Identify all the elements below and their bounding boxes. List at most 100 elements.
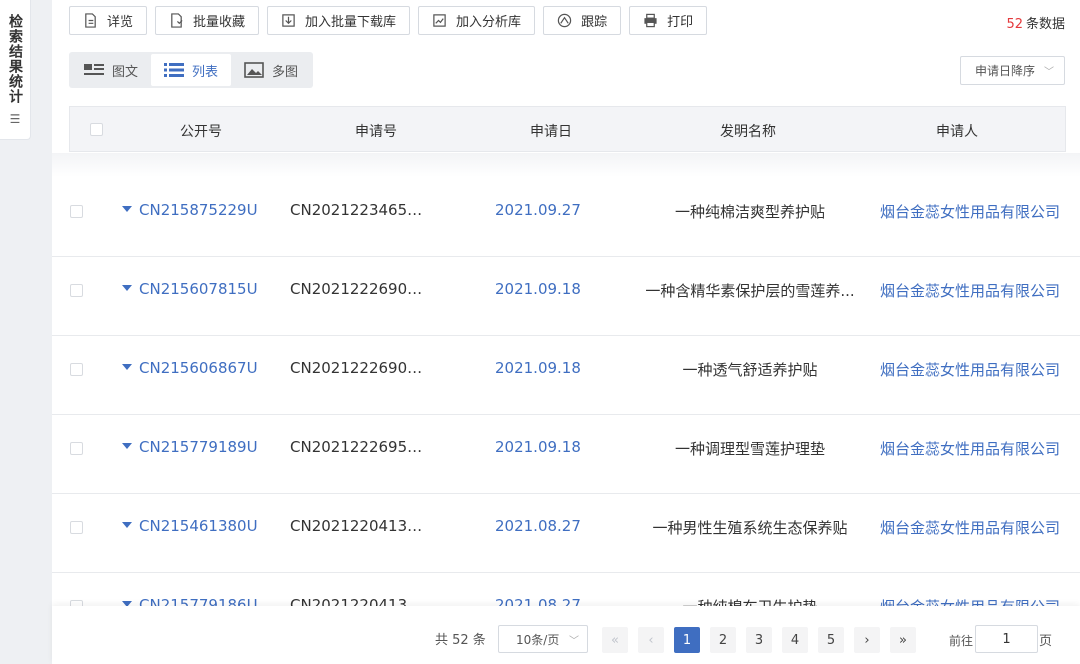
next-page-button[interactable]: › [854,627,880,653]
add-download-label: 加入批量下载库 [305,15,397,30]
table-row: CN215779189U CN202122269518.3 2021.09.18… [52,415,1080,494]
invention-title[interactable]: 一种调理型雪莲护理垫 [632,438,868,459]
application-number: CN202122346594... [290,201,430,219]
page-4-button[interactable]: 4 [782,627,808,653]
expand-caret-icon[interactable] [122,522,132,528]
publication-number-link[interactable]: CN215779189U [122,438,258,456]
application-date[interactable]: 2021.09.18 [495,438,581,456]
header-application-number[interactable]: 申请号 [355,121,397,141]
page-3-button[interactable]: 3 [746,627,772,653]
header-applicant[interactable]: 申请人 [936,121,978,141]
publication-number-link[interactable]: CN215461380U [122,517,258,535]
application-date[interactable]: 2021.08.27 [495,596,581,606]
invention-title[interactable]: 一种透气舒适养护贴 [632,359,868,380]
publication-number[interactable]: CN215779189U [139,438,258,456]
page-2-button[interactable]: 2 [710,627,736,653]
detail-button[interactable]: 详览 [69,6,148,35]
application-date[interactable]: 2021.08.27 [495,517,581,535]
publication-number[interactable]: CN215606867U [139,359,258,377]
batch-favorite-label: 批量收藏 [193,15,246,30]
row-checkbox[interactable] [70,363,83,376]
detail-button-label: 详览 [107,15,134,30]
result-table-body: CN215875229U CN202122346594... 2021.09.2… [52,178,1080,606]
applicant-link[interactable]: 烟台金蕊女性用品有限公司 [880,359,1060,380]
invention-title[interactable]: 一种男性生殖系统生态保养贴 [632,517,868,538]
view-tab-multi-image[interactable]: 多图 [231,54,311,86]
sort-select[interactable]: 申请日降序 ﹀ [960,56,1065,85]
publication-number[interactable]: CN215875229U [139,201,258,219]
publication-number-link[interactable]: CN215607815U [122,280,258,298]
expand-caret-icon[interactable] [122,364,132,370]
main-panel: 详览 批量收藏 加入批量下载库 加入分析库 跟踪 打印 52 条数据 图文 列表… [52,0,1080,664]
track-icon [557,13,572,28]
expand-caret-icon[interactable] [122,443,132,449]
page-size-select[interactable]: 10条/页 ﹀ [498,625,588,653]
application-number: CN202122041399.6 [290,596,430,606]
print-button[interactable]: 打印 [629,6,708,35]
invention-title[interactable]: 一种纯棉洁爽型养护贴 [632,201,868,222]
goto-unit: 页 [1039,634,1053,649]
pagination-total: 共 52 条 [435,633,486,648]
header-invention-title[interactable]: 发明名称 [720,121,776,141]
invention-title[interactable]: 一种含精华素保护层的雪莲养... [632,280,868,301]
table-row: CN215875229U CN202122346594... 2021.09.2… [52,178,1080,257]
row-checkbox[interactable] [70,205,83,218]
stats-tab-title: 检索结果统计 [7,14,23,104]
graphic-list-icon [84,64,104,75]
add-analysis-button[interactable]: 加入分析库 [418,6,536,35]
publication-number-link[interactable]: CN215606867U [122,359,258,377]
view-tab-graphic-label: 图文 [112,64,139,80]
batch-favorite-button[interactable]: 批量收藏 [155,6,260,35]
view-tab-graphic[interactable]: 图文 [71,54,151,86]
row-checkbox[interactable] [70,521,83,534]
goto-label: 前往 [949,634,974,648]
application-number: CN202122041373.1 [290,517,430,535]
track-button[interactable]: 跟踪 [543,6,622,35]
goto-page-input[interactable] [975,625,1038,653]
last-page-button[interactable]: » [890,627,916,653]
bookmark-icon [171,13,183,28]
toolbar: 详览 批量收藏 加入批量下载库 加入分析库 跟踪 打印 [69,6,708,35]
application-date[interactable]: 2021.09.27 [495,201,581,219]
select-all-checkbox[interactable] [90,123,103,136]
header-publication-number[interactable]: 公开号 [180,121,222,141]
expand-caret-icon[interactable] [122,206,132,212]
page-5-button[interactable]: 5 [818,627,844,653]
pagination: 共 52 条 10条/页 ﹀ « ‹ 1 2 3 4 5 › » 前往 页 [52,606,1080,664]
view-tab-multi-image-label: 多图 [272,64,299,80]
result-count-label: 条数据 [1025,17,1065,32]
publication-number[interactable]: CN215779186U [139,596,258,606]
page-1-button[interactable]: 1 [674,627,700,653]
application-date[interactable]: 2021.09.18 [495,280,581,298]
indent-icon[interactable]: ☰ [10,112,21,126]
application-date[interactable]: 2021.09.18 [495,359,581,377]
expand-caret-icon[interactable] [122,285,132,291]
view-tab-list[interactable]: 列表 [151,54,232,86]
table-row: CN215607815U CN202122269024.5 2021.09.18… [52,257,1080,336]
print-label: 打印 [667,15,694,30]
publication-number[interactable]: CN215607815U [139,280,258,298]
track-label: 跟踪 [581,15,608,30]
first-page-button[interactable]: « [602,627,628,653]
prev-page-button[interactable]: ‹ [638,627,664,653]
result-count: 52 条数据 [1006,13,1065,32]
result-count-number: 52 [1006,17,1023,32]
applicant-link[interactable]: 烟台金蕊女性用品有限公司 [880,596,1060,606]
page-size-label: 10条/页 [516,632,560,647]
row-checkbox[interactable] [70,284,83,297]
stats-side-tab[interactable]: 检索结果统计 ☰ [0,0,31,140]
invention-title[interactable]: 一种纯棉布卫生护垫 [632,596,868,606]
row-checkbox[interactable] [70,442,83,455]
applicant-link[interactable]: 烟台金蕊女性用品有限公司 [880,280,1060,301]
applicant-link[interactable]: 烟台金蕊女性用品有限公司 [880,201,1060,222]
publication-number[interactable]: CN215461380U [139,517,258,535]
applicant-link[interactable]: 烟台金蕊女性用品有限公司 [880,517,1060,538]
document-icon [85,13,96,28]
add-analysis-label: 加入分析库 [456,15,522,30]
applicant-link[interactable]: 烟台金蕊女性用品有限公司 [880,438,1060,459]
publication-number-link[interactable]: CN215779186U [122,596,258,606]
publication-number-link[interactable]: CN215875229U [122,201,258,219]
header-shadow [52,153,1080,177]
header-application-date[interactable]: 申请日 [530,121,572,141]
add-download-button[interactable]: 加入批量下载库 [267,6,411,35]
